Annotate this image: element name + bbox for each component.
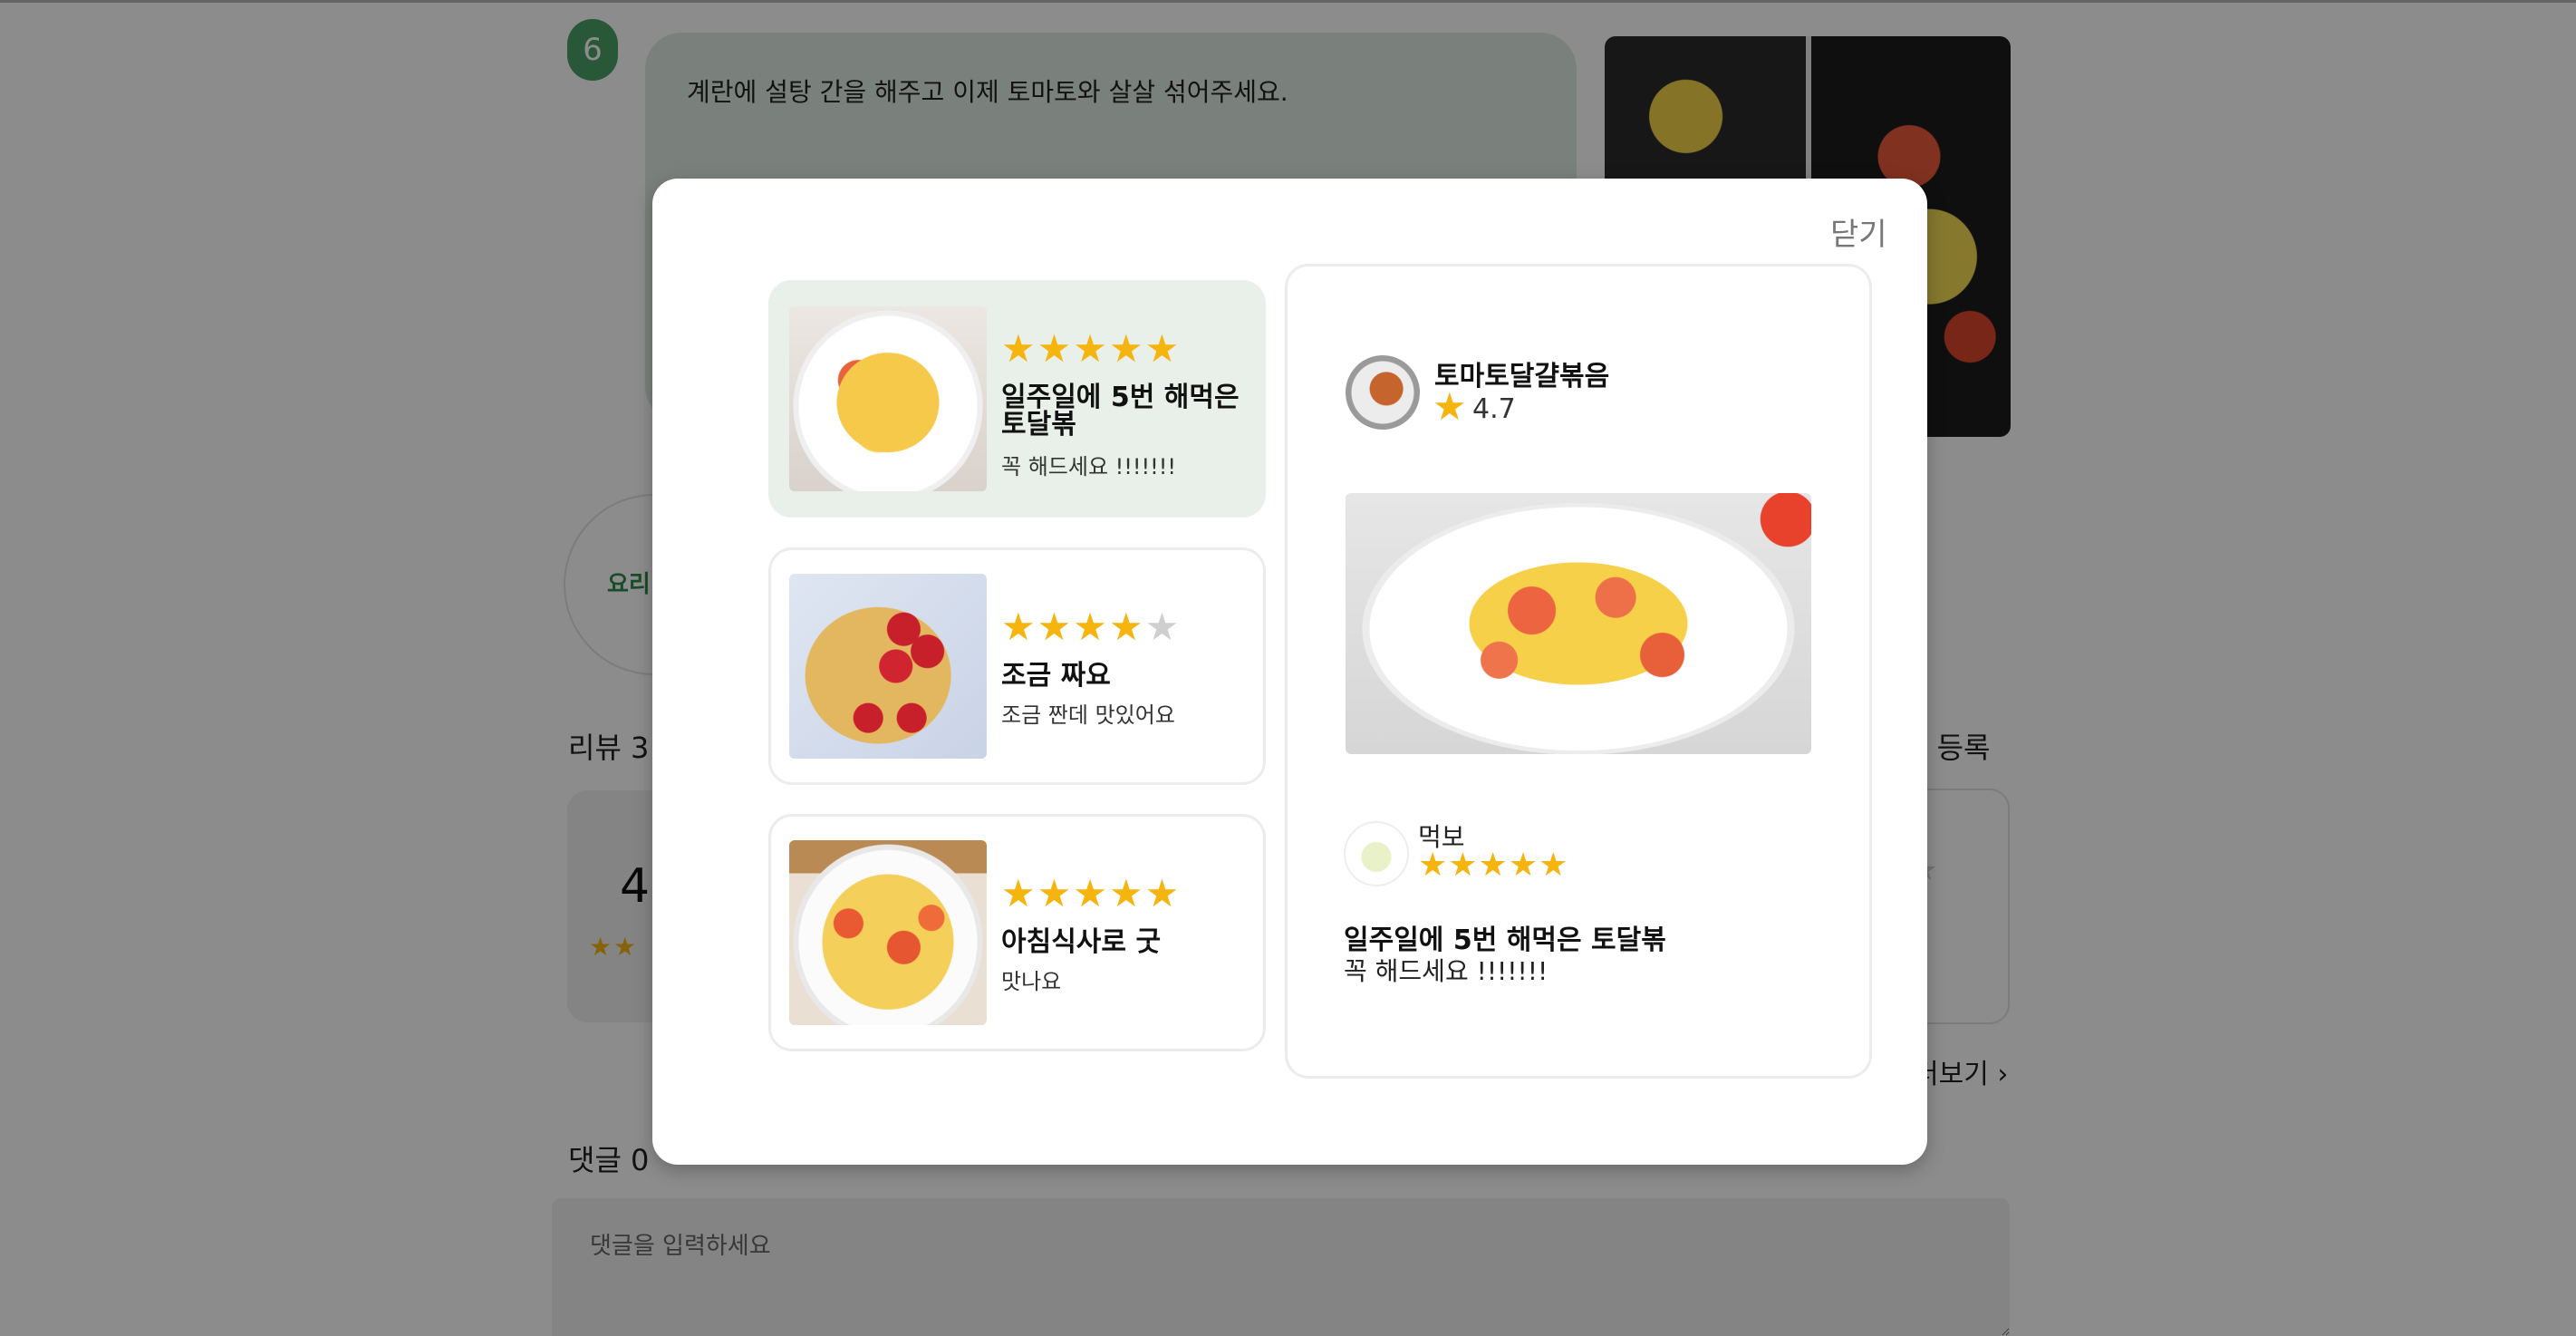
- review-stars: ★★★★★: [1001, 326, 1181, 371]
- review-title: 아침식사로 굿: [1001, 926, 1162, 958]
- review-card-1[interactable]: ★★★★★ 일주일에 5번 해먹은 토달볶 꼭 해드세요 !!!!!!!: [768, 280, 1266, 518]
- review-card-2[interactable]: ★★★★★ 조금 짜요 조금 짠데 맛있어요: [768, 547, 1266, 785]
- detail-review-body: 꼭 해드세요 !!!!!!!: [1344, 956, 1548, 986]
- review-body: 꼭 해드세요 !!!!!!!: [1001, 454, 1177, 479]
- review-body: 조금 짠데 맛있어요: [1001, 702, 1175, 728]
- review-main-photo: [1346, 493, 1811, 754]
- review-modal: 닫기 ★★★★★ 일주일에 5번 해먹은 토달볶 꼭 해드세요 !!!!!!! …: [652, 179, 1927, 1165]
- review-photo: [789, 840, 987, 1025]
- review-title: 조금 짜요: [1001, 660, 1111, 692]
- review-card-3[interactable]: ★★★★★ 아침식사로 굿 맛나요: [768, 814, 1266, 1051]
- close-button[interactable]: 닫기: [1830, 209, 1887, 254]
- recipe-rating: 4.7: [1472, 393, 1516, 425]
- recipe-thumbnail[interactable]: [1346, 355, 1420, 430]
- star-icon-filled: ★★★★★: [1001, 871, 1182, 915]
- review-detail-panel: 토마토달걀볶음 ★ 4.7 먹보 ★★★★★ 일주일에 5번 해먹은 토달볶 꼭…: [1285, 264, 1872, 1079]
- star-icon-filled: ★★★★★: [1001, 326, 1182, 371]
- star-icon-filled: ★★★★: [1001, 605, 1145, 649]
- star-icon: ★: [1433, 384, 1467, 429]
- reviewer-stars: ★★★★★: [1418, 847, 1569, 884]
- avatar: [1344, 821, 1409, 886]
- review-photo: [789, 574, 987, 759]
- review-stars: ★★★★★: [1001, 871, 1181, 915]
- review-stars: ★★★★★: [1001, 605, 1181, 649]
- star-icon-empty: ★: [1144, 605, 1182, 649]
- review-title: 일주일에 5번 해먹은 토달볶: [1001, 382, 1240, 440]
- review-body: 맛나요: [1001, 969, 1062, 994]
- review-photo: [789, 306, 987, 491]
